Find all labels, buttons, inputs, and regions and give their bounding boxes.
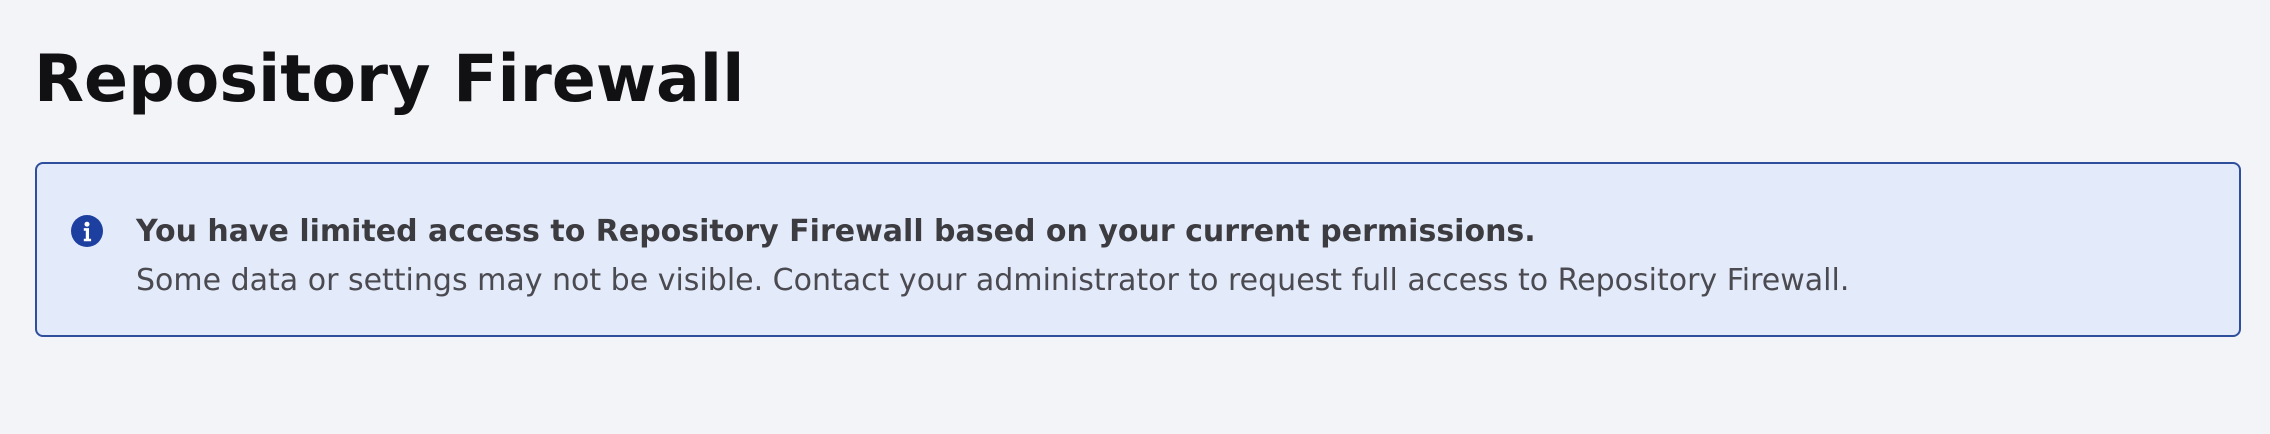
repository-firewall-page: Repository Firewall You have limited acc… — [0, 0, 2270, 434]
info-icon — [71, 215, 103, 247]
limited-access-alert: You have limited access to Repository Fi… — [35, 162, 2241, 337]
page-title: Repository Firewall — [34, 42, 745, 117]
alert-heading: You have limited access to Repository Fi… — [136, 214, 1536, 249]
alert-message: Some data or settings may not be visible… — [136, 263, 1850, 298]
